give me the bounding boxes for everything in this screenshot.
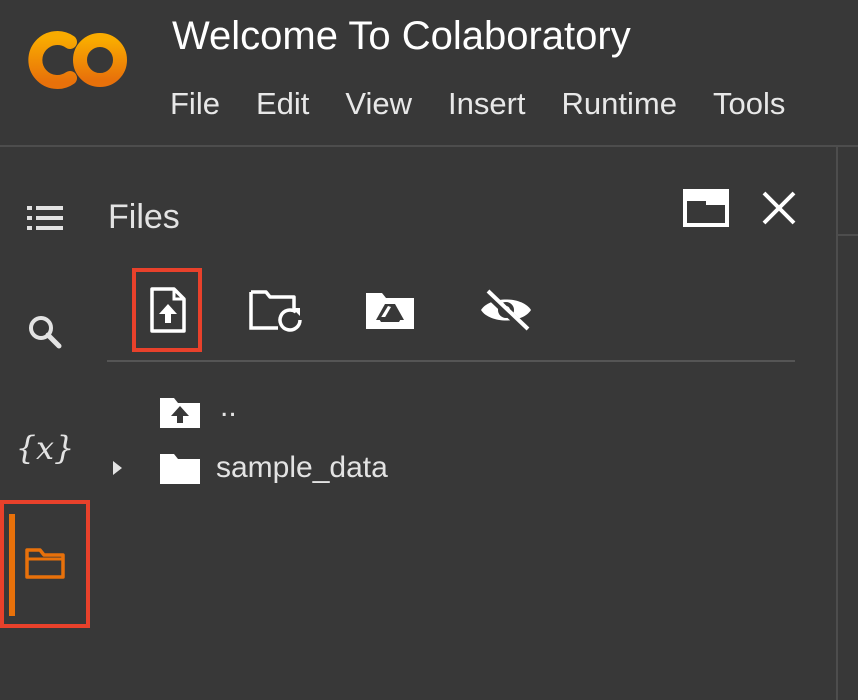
content-divider: [838, 234, 858, 236]
folder-up-icon: [158, 394, 202, 430]
menu-insert[interactable]: Insert: [448, 86, 526, 122]
folder-refresh-icon: [248, 288, 304, 337]
tree-item-parent[interactable]: ..: [158, 390, 237, 430]
tree-item-sample-data[interactable]: sample_data: [110, 450, 388, 486]
upload-highlight-box: [132, 268, 202, 352]
open-in-tab-icon[interactable]: [682, 188, 730, 233]
refresh-button[interactable]: [248, 288, 304, 336]
notebook-title[interactable]: Welcome To Colaboratory: [172, 14, 631, 59]
tree-item-label: sample_data: [216, 451, 388, 484]
menu-view[interactable]: View: [345, 86, 412, 122]
menu-tools[interactable]: Tools: [713, 86, 785, 122]
panel-controls: [682, 188, 798, 233]
header-divider: [0, 145, 858, 147]
search-icon: [27, 314, 63, 355]
mount-drive-button[interactable]: [362, 288, 418, 336]
expand-arrow-icon[interactable]: [110, 457, 126, 479]
tree-item-label: ..: [220, 390, 237, 423]
list-icon: [25, 203, 65, 238]
menu-edit[interactable]: Edit: [256, 86, 309, 122]
toolbar-divider: [107, 360, 795, 362]
menu-file[interactable]: File: [170, 86, 220, 122]
files-highlight-box: [0, 500, 90, 628]
colab-logo[interactable]: [28, 28, 132, 92]
google-drive-folder-icon: [364, 289, 416, 336]
header: Welcome To Colaboratory File Edit View I…: [0, 0, 858, 146]
eye-off-icon: [478, 288, 534, 337]
variables-icon: {x}: [15, 429, 75, 467]
folder-icon: [158, 450, 202, 486]
panel-edge-divider: [836, 147, 838, 700]
close-icon[interactable]: [760, 189, 798, 232]
sidebar-item-search[interactable]: [0, 310, 90, 358]
menu-runtime[interactable]: Runtime: [562, 86, 677, 122]
panel-title: Files: [108, 198, 180, 236]
sidebar-item-table-of-contents[interactable]: [0, 196, 90, 244]
sidebar-item-variables[interactable]: {x}: [0, 424, 90, 472]
menu-bar: File Edit View Insert Runtime Tools: [170, 86, 785, 122]
toggle-hidden-button[interactable]: [478, 288, 534, 336]
